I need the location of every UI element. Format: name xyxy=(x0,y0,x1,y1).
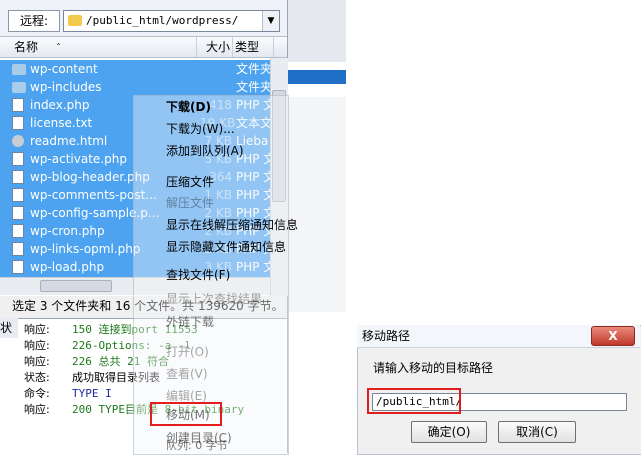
file-icon xyxy=(12,224,24,238)
dialog-titlebar: 移动路径 X xyxy=(357,325,640,348)
dialog-prompt: 请输入移动的目标路径 xyxy=(373,361,494,375)
sort-ascending-icon: ˆ xyxy=(56,43,62,54)
background-selection-bar xyxy=(288,70,346,84)
file-name: wp-cron.php xyxy=(30,224,105,238)
file-name: wp-activate.php xyxy=(30,152,127,166)
highlight-box-input xyxy=(367,388,461,414)
log-label: 响应: xyxy=(24,339,50,352)
file-name: wp-blog-header.php xyxy=(30,170,150,184)
context-menu-item[interactable]: 下载为(W)... xyxy=(166,120,235,138)
file-name: wp-includes xyxy=(30,80,102,94)
file-icon xyxy=(12,116,24,130)
folder-icon xyxy=(68,15,82,26)
file-name: wp-load.php xyxy=(30,260,105,274)
log-label: 命令: xyxy=(24,387,50,400)
log-line: 响应: 226 总共 21 符合 xyxy=(24,354,169,370)
context-menu-item[interactable]: 解压文件 xyxy=(166,194,214,212)
log-label: 响应: xyxy=(24,355,50,368)
file-list-header: 名称 ˆ 大小 类型 xyxy=(0,37,287,58)
queue-status: 队列: 0 字节 xyxy=(166,439,228,452)
background-toolbar xyxy=(288,0,346,62)
log-line: 命令: TYPE I xyxy=(24,386,112,402)
file-name: wp-links-opml.php xyxy=(30,242,141,256)
remote-path-text: /public_html/wordpress/ xyxy=(86,14,239,27)
file-name: readme.html xyxy=(30,134,108,148)
file-icon xyxy=(12,260,24,274)
context-menu-item[interactable]: 查看(V) xyxy=(166,365,208,383)
chevron-down-icon[interactable]: ▼ xyxy=(262,11,279,31)
remote-label: 远程: xyxy=(8,10,60,32)
folder-icon xyxy=(12,82,26,93)
file-icon xyxy=(12,188,24,202)
file-icon xyxy=(12,152,24,166)
column-type[interactable]: 类型 xyxy=(233,37,274,57)
log-line: 响应: 200 TYPE目前是 8-bit binary xyxy=(24,402,244,418)
log-label: 状态: xyxy=(24,371,50,384)
background-list xyxy=(288,97,346,312)
log-label: 响应: xyxy=(24,323,50,336)
remote-path-bar: 远程: /public_html/wordpress/ ▼ xyxy=(0,0,287,37)
context-menu-item[interactable]: 显示上次查找结果 xyxy=(166,290,262,308)
folder-icon xyxy=(12,64,26,75)
column-size[interactable]: 大小 xyxy=(196,37,233,57)
file-row[interactable]: wp-content 文件夹 xyxy=(0,60,270,78)
context-menu-item[interactable]: 外链下载 xyxy=(166,313,214,331)
context-menu-item[interactable]: 打开(O) xyxy=(166,343,209,361)
log-line: 状态: 成功取得目录列表 xyxy=(24,370,160,386)
context-menu-item[interactable]: 查找文件(F) xyxy=(166,266,230,284)
context-menu-item[interactable]: 下载(D) xyxy=(166,98,211,116)
context-menu-item[interactable]: 压缩文件 xyxy=(166,173,214,191)
highlight-box-move xyxy=(150,402,222,426)
file-type: 文件夹 xyxy=(236,80,270,94)
context-menu-item[interactable]: 显示在线解压缩通知信息 xyxy=(166,216,298,234)
html-icon xyxy=(12,135,24,147)
file-name: wp-content xyxy=(30,62,98,76)
log-tab[interactable]: 状 xyxy=(0,318,18,338)
file-name: index.php xyxy=(30,98,90,112)
remote-path-combobox[interactable]: /public_html/wordpress/ ▼ xyxy=(63,10,280,32)
log-line: 响应: 226-Options: -a -l xyxy=(24,338,191,354)
column-name[interactable]: 名称 ˆ xyxy=(0,37,197,57)
cancel-button[interactable]: 取消(C) xyxy=(498,421,576,443)
file-icon xyxy=(12,206,24,220)
file-row[interactable]: wp-includes 文件夹 xyxy=(0,78,270,96)
file-type: 文件夹 xyxy=(236,62,270,76)
file-name: license.txt xyxy=(30,116,93,130)
horizontal-scroll-thumb[interactable] xyxy=(40,280,112,292)
log-label: 响应: xyxy=(24,403,50,416)
context-menu-item[interactable]: 显示隐藏文件通知信息 xyxy=(166,238,286,256)
file-icon xyxy=(12,170,24,184)
context-menu-item[interactable]: 添加到队列(A) xyxy=(166,142,244,160)
file-icon xyxy=(12,242,24,256)
dialog-title: 移动路径 xyxy=(362,329,411,343)
ok-button[interactable]: 确定(O) xyxy=(411,421,487,443)
close-button[interactable]: X xyxy=(591,326,635,346)
log-text: TYPE I xyxy=(72,387,112,400)
file-icon xyxy=(12,98,24,112)
log-line: 响应: 150 连接到port 11553 xyxy=(24,322,198,338)
